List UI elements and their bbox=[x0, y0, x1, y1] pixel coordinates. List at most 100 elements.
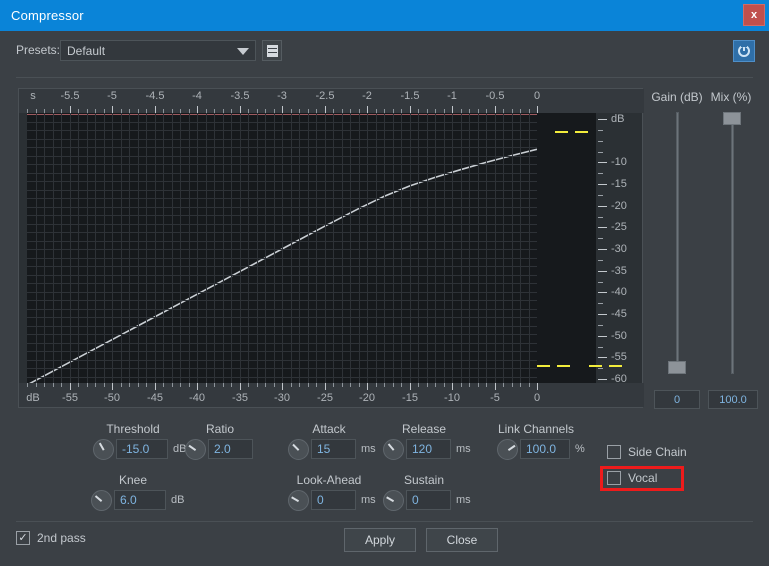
ruler-major-tick bbox=[537, 383, 538, 390]
knee-knob[interactable] bbox=[91, 490, 112, 511]
release-value-field[interactable]: 120 bbox=[406, 439, 451, 459]
side-chain-checkbox[interactable] bbox=[607, 445, 621, 459]
ruler-minor-tick bbox=[461, 383, 462, 387]
gain-value-field[interactable]: 0 bbox=[654, 390, 700, 409]
ruler-minor-tick bbox=[529, 383, 530, 387]
close-icon: x bbox=[750, 9, 758, 21]
release-label: Release bbox=[401, 422, 447, 436]
db-scale-unit-label: dB bbox=[611, 113, 625, 125]
db-scale-tick bbox=[598, 194, 603, 196]
toolbar-divider bbox=[16, 77, 753, 78]
knee-value-field[interactable]: 6.0 bbox=[114, 490, 166, 510]
ruler-minor-tick bbox=[384, 383, 385, 387]
db-scale-tick bbox=[598, 335, 607, 337]
db-scale-tick bbox=[598, 162, 607, 164]
ruler-minor-tick bbox=[418, 383, 419, 387]
ruler-minor-tick bbox=[104, 383, 105, 387]
ruler-minor-tick bbox=[427, 383, 428, 387]
ruler-minor-tick bbox=[206, 383, 207, 387]
attack-knob[interactable] bbox=[288, 439, 309, 460]
db-scale-tick bbox=[598, 227, 607, 229]
ruler-minor-tick bbox=[78, 383, 79, 387]
ruler-tick-label: -25 bbox=[317, 392, 333, 404]
ruler-tick-label: -0.5 bbox=[485, 90, 505, 102]
grid-line-horizontal bbox=[27, 275, 537, 276]
ruler-minor-tick bbox=[316, 383, 317, 387]
release-unit: ms bbox=[456, 443, 471, 455]
db-scale-tick bbox=[598, 259, 603, 261]
transfer-curve-plot[interactable] bbox=[27, 113, 537, 385]
mix-value-field[interactable]: 100.0 bbox=[708, 390, 758, 409]
ruler-minor-tick bbox=[121, 383, 122, 387]
second-pass-checkbox[interactable]: ✓ bbox=[16, 531, 30, 545]
grid-line-horizontal bbox=[27, 351, 537, 352]
ruler-top-unit-label: s bbox=[30, 90, 36, 102]
db-scale-label: -20 bbox=[611, 199, 627, 212]
ruler-minor-tick bbox=[180, 383, 181, 387]
attack-value-field[interactable]: 15 bbox=[311, 439, 356, 459]
ruler-major-tick bbox=[495, 106, 496, 113]
gain-slider-thumb[interactable] bbox=[668, 361, 686, 374]
preset-select[interactable]: Default bbox=[60, 40, 256, 61]
grid-line-horizontal bbox=[27, 122, 537, 123]
ruler-tick-label: -30 bbox=[274, 392, 290, 404]
gain-slider-track[interactable] bbox=[676, 112, 679, 374]
release-knob[interactable] bbox=[383, 439, 404, 460]
grid-line-horizontal bbox=[27, 224, 537, 225]
grid-line-horizontal bbox=[27, 292, 537, 293]
db-scale-label: -55 bbox=[611, 351, 627, 364]
sustain-knob[interactable] bbox=[383, 490, 404, 511]
threshold-knob[interactable] bbox=[93, 439, 114, 460]
mix-slider-thumb[interactable] bbox=[723, 112, 741, 125]
ruler-minor-tick bbox=[44, 383, 45, 387]
ruler-minor-tick bbox=[53, 383, 54, 387]
second-pass-checkbox-row[interactable]: ✓ 2nd pass bbox=[16, 531, 86, 545]
meter-dash-marker bbox=[557, 365, 570, 367]
link-channels-label: Link Channels bbox=[497, 422, 575, 436]
ruler-major-tick bbox=[410, 106, 411, 113]
db-scale-tick bbox=[598, 249, 607, 250]
window-title: Compressor bbox=[11, 8, 84, 23]
compressor-graph-panel[interactable]: s -5.5 -5 -4.5 -4 -3.5 -3 -2.5 -2 -1.5 -1 -0.5 0 dB -… bbox=[18, 88, 644, 408]
look-ahead-value-field[interactable]: 0 bbox=[311, 490, 356, 510]
close-button[interactable]: Close bbox=[426, 528, 498, 552]
ruler-minor-tick bbox=[469, 383, 470, 387]
ratio-knob[interactable] bbox=[185, 439, 206, 460]
apply-button[interactable]: Apply bbox=[344, 528, 416, 552]
link-channels-knob[interactable] bbox=[497, 439, 518, 460]
ruler-tick-label: -45 bbox=[147, 392, 163, 404]
list-menu-icon bbox=[266, 44, 278, 57]
db-scale-tick bbox=[598, 303, 603, 305]
db-scale-tick bbox=[598, 346, 603, 348]
ruler-major-tick bbox=[70, 106, 71, 113]
preset-menu-button[interactable] bbox=[262, 40, 282, 61]
grid-line-horizontal bbox=[27, 173, 537, 174]
knee-label: Knee bbox=[118, 473, 148, 487]
ruler-minor-tick bbox=[291, 383, 292, 387]
link-channels-value-field[interactable]: 100.0 bbox=[520, 439, 570, 459]
ruler-major-tick bbox=[240, 383, 241, 390]
sustain-value-field[interactable]: 0 bbox=[406, 490, 451, 510]
ruler-tick-label: -50 bbox=[104, 392, 120, 404]
ruler-tick-label: 0 bbox=[533, 392, 541, 404]
threshold-label: Threshold bbox=[106, 422, 160, 436]
ruler-tick-label: -20 bbox=[359, 392, 375, 404]
ruler-major-tick bbox=[325, 383, 326, 390]
db-scale-tick bbox=[598, 216, 603, 218]
grid-line-horizontal bbox=[27, 266, 537, 267]
side-chain-checkbox-row[interactable]: Side Chain bbox=[607, 445, 687, 459]
ratio-value-field[interactable]: 2.0 bbox=[208, 439, 253, 459]
grid-line-horizontal bbox=[27, 377, 537, 378]
bypass-power-button[interactable] bbox=[733, 40, 755, 62]
threshold-value-field[interactable]: -15.0 bbox=[116, 439, 168, 459]
grid-line-horizontal bbox=[27, 215, 537, 216]
mix-slider-track[interactable] bbox=[731, 112, 734, 374]
ruler-minor-tick bbox=[444, 383, 445, 387]
ruler-major-tick bbox=[112, 106, 113, 113]
ruler-minor-tick bbox=[87, 383, 88, 387]
window-close-button[interactable]: x bbox=[743, 4, 765, 26]
look-ahead-knob[interactable] bbox=[288, 490, 309, 511]
ruler-major-tick bbox=[410, 383, 411, 390]
window-titlebar: Compressor x bbox=[0, 0, 769, 31]
db-scale-tick bbox=[598, 357, 607, 359]
